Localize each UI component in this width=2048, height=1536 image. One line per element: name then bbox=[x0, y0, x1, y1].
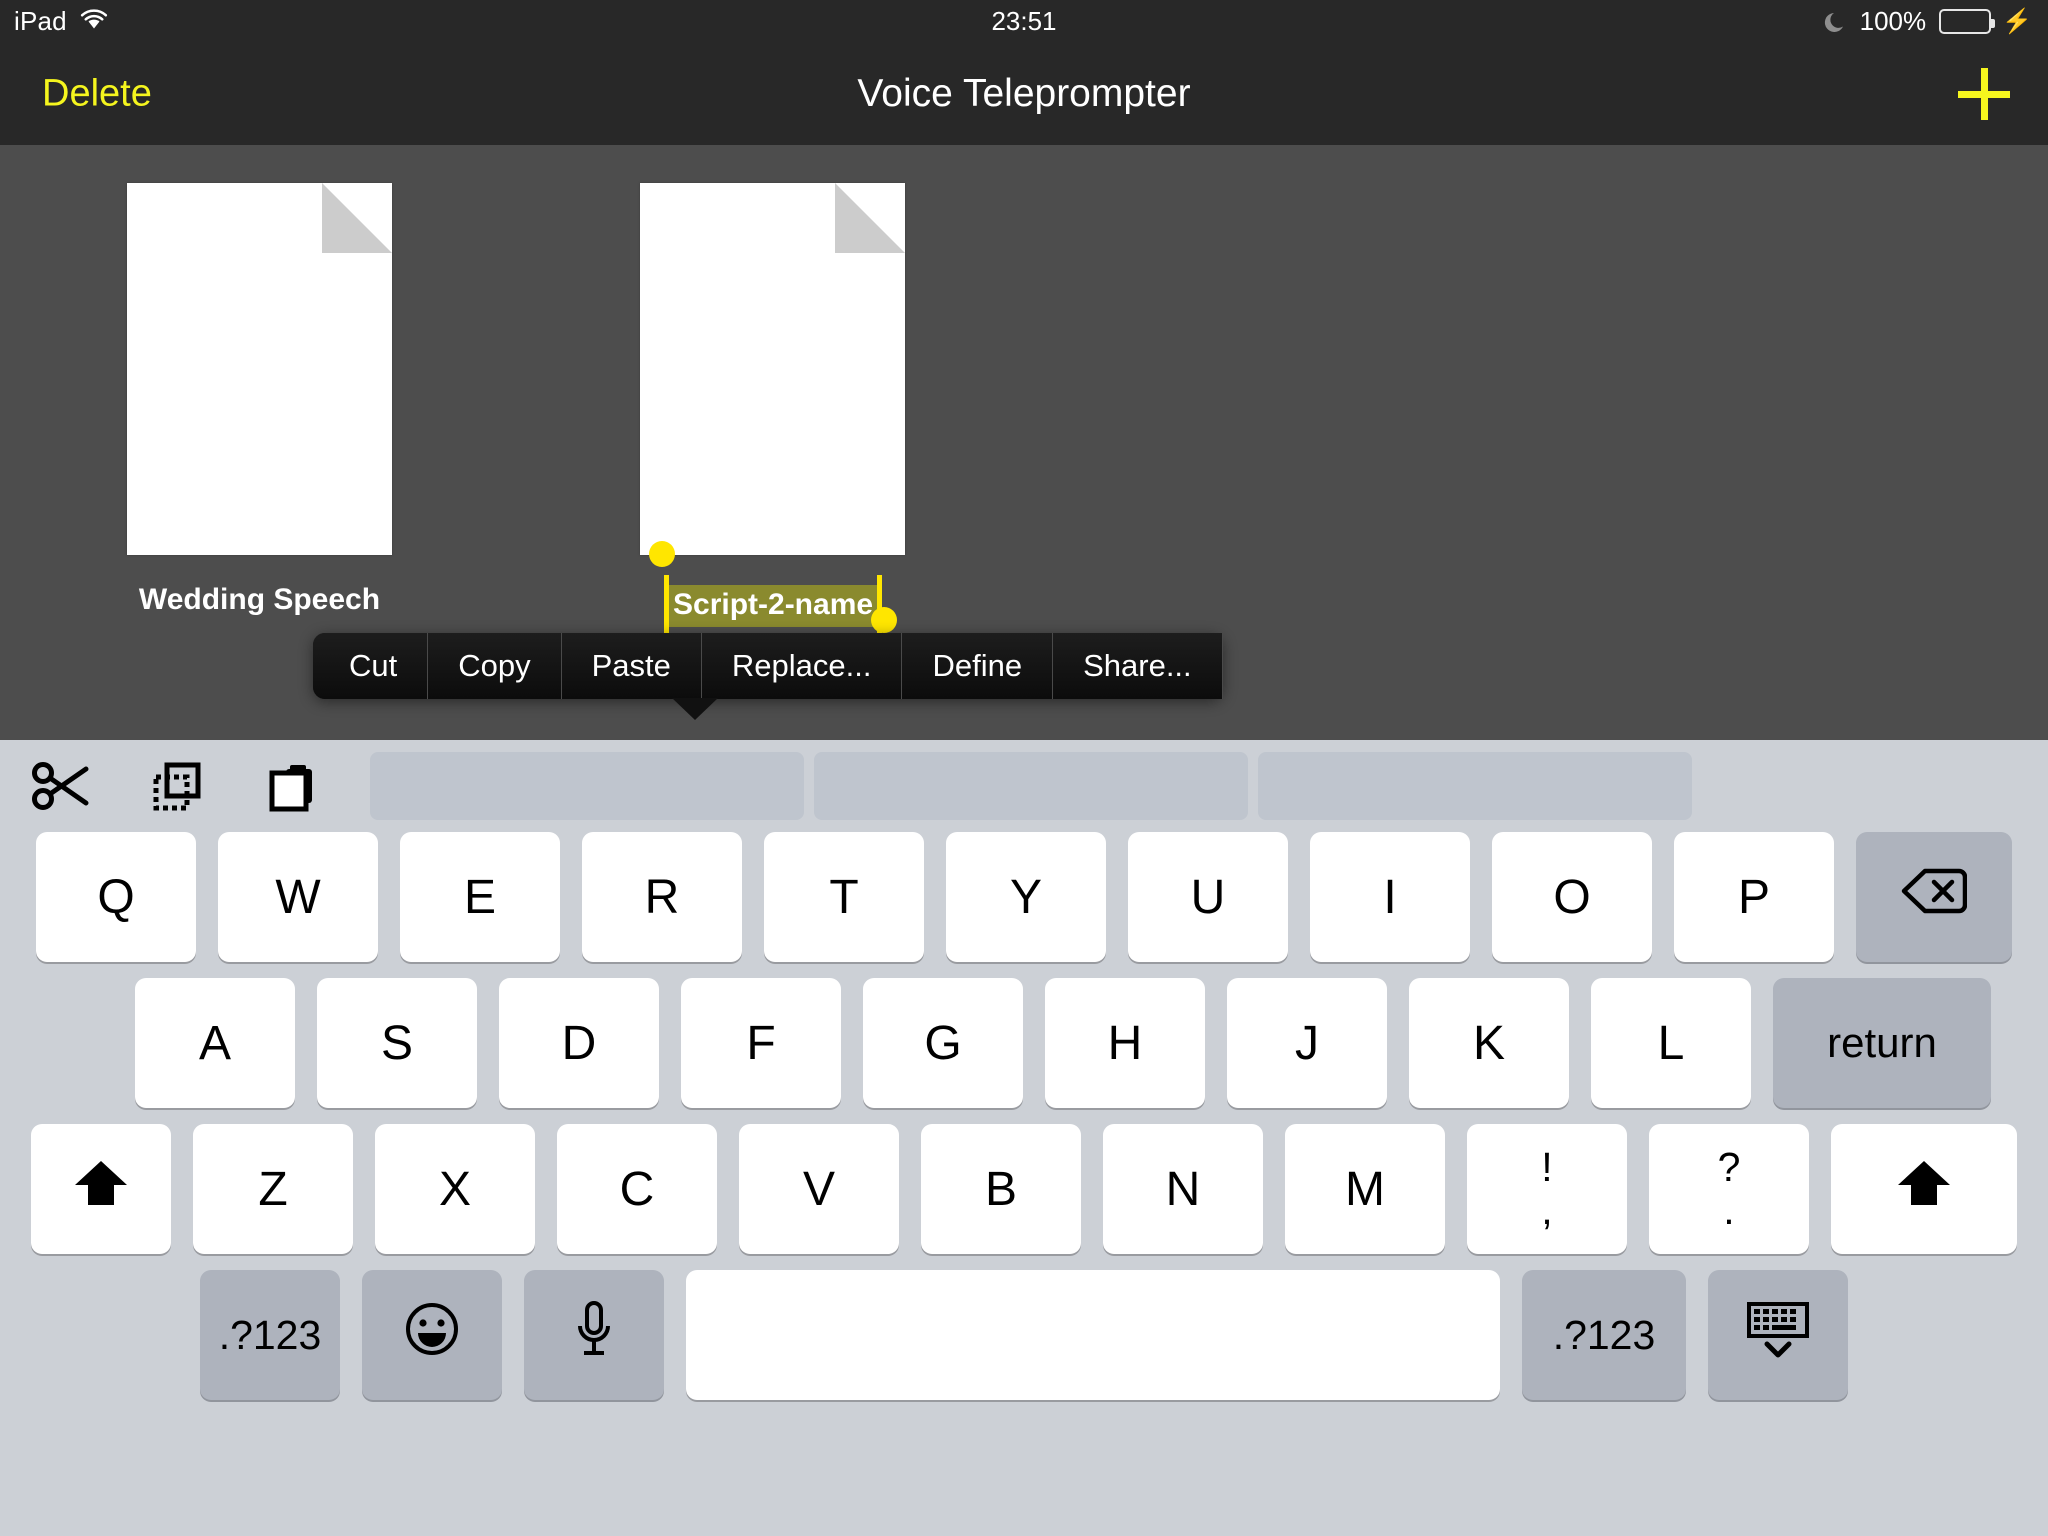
documents-area: Wedding Speech Script-2-name Cut Copy Pa… bbox=[0, 145, 2048, 740]
copy-icon[interactable] bbox=[142, 755, 212, 817]
page-title-text: Voice Teleprompter bbox=[857, 71, 1191, 115]
key-space[interactable] bbox=[686, 1270, 1500, 1400]
document-icon bbox=[127, 183, 392, 555]
selection-knob-right[interactable] bbox=[871, 607, 898, 633]
selection-handle-right[interactable] bbox=[871, 575, 898, 633]
keyboard-row-2: A S D F G H J K L return bbox=[0, 978, 2048, 1108]
key-q[interactable]: Q bbox=[36, 832, 196, 962]
nav-bar: Delete Voice Teleprompter bbox=[0, 42, 2048, 145]
key-question-label: ? bbox=[1717, 1144, 1741, 1191]
key-x[interactable]: X bbox=[375, 1124, 535, 1254]
microphone-icon bbox=[571, 1298, 617, 1372]
key-question-period[interactable]: ? . bbox=[1649, 1124, 1809, 1254]
document-icon bbox=[640, 183, 905, 555]
key-e[interactable]: E bbox=[400, 832, 560, 962]
screen-root: iPad 23:51 100% ⚡ Delete Voice Telepromp… bbox=[0, 0, 2048, 1536]
key-shift-right[interactable] bbox=[1831, 1124, 2017, 1254]
key-exclam-label: ! bbox=[1541, 1144, 1553, 1191]
prediction-slot-1[interactable] bbox=[370, 752, 804, 820]
hide-keyboard-icon bbox=[1743, 1296, 1813, 1374]
key-dictation[interactable] bbox=[524, 1270, 664, 1400]
key-numbers-right[interactable]: .?123 bbox=[1522, 1270, 1686, 1400]
text-edit-menu: Cut Copy Paste Replace... Define Share..… bbox=[313, 633, 1223, 720]
shift-icon bbox=[71, 1155, 131, 1223]
moon-icon bbox=[1823, 9, 1847, 33]
scissors-cut-icon[interactable] bbox=[26, 755, 96, 817]
plus-icon[interactable] bbox=[1958, 67, 2010, 120]
key-c[interactable]: C bbox=[557, 1124, 717, 1254]
key-l[interactable]: L bbox=[1591, 978, 1751, 1108]
prediction-bar bbox=[370, 752, 1692, 820]
keyboard-tool-icons bbox=[26, 740, 328, 832]
selection-knob-left[interactable] bbox=[649, 541, 675, 567]
emoji-icon bbox=[401, 1298, 463, 1372]
filename-edit-field[interactable]: Script-2-name bbox=[649, 541, 898, 633]
selection-handle-left[interactable] bbox=[649, 541, 675, 633]
key-j[interactable]: J bbox=[1227, 978, 1387, 1108]
menu-item-share[interactable]: Share... bbox=[1053, 633, 1223, 699]
key-v[interactable]: V bbox=[739, 1124, 899, 1254]
key-k[interactable]: K bbox=[1409, 978, 1569, 1108]
keyboard-row-3: Z X C V B N M ! , ? . bbox=[0, 1124, 2048, 1254]
prediction-slot-2[interactable] bbox=[814, 752, 1248, 820]
page-fold-corner bbox=[835, 183, 905, 253]
key-b[interactable]: B bbox=[921, 1124, 1081, 1254]
key-y[interactable]: Y bbox=[946, 832, 1106, 962]
paste-icon[interactable] bbox=[258, 755, 328, 817]
battery-icon bbox=[1939, 8, 1996, 34]
menu-item-paste[interactable]: Paste bbox=[561, 633, 702, 699]
backspace-icon bbox=[1901, 867, 1968, 927]
key-shift-left[interactable] bbox=[31, 1124, 171, 1254]
prediction-slot-3[interactable] bbox=[1258, 752, 1692, 820]
page-title: Voice Teleprompter bbox=[0, 42, 2048, 145]
status-bar: iPad 23:51 100% ⚡ bbox=[0, 0, 2048, 42]
key-h[interactable]: H bbox=[1045, 978, 1205, 1108]
key-g[interactable]: G bbox=[863, 978, 1023, 1108]
key-hide-keyboard[interactable] bbox=[1708, 1270, 1848, 1400]
key-backspace[interactable] bbox=[1856, 832, 2012, 962]
key-t[interactable]: T bbox=[764, 832, 924, 962]
key-n[interactable]: N bbox=[1103, 1124, 1263, 1254]
key-emoji[interactable] bbox=[362, 1270, 502, 1400]
menu-item-define[interactable]: Define bbox=[902, 633, 1054, 699]
key-o[interactable]: O bbox=[1492, 832, 1652, 962]
key-period-label: . bbox=[1723, 1187, 1735, 1233]
menu-item-copy[interactable]: Copy bbox=[428, 633, 562, 699]
menu-item-cut[interactable]: Cut bbox=[313, 633, 429, 699]
key-p[interactable]: P bbox=[1674, 832, 1834, 962]
document-item-2[interactable] bbox=[640, 183, 905, 555]
shift-icon bbox=[1894, 1155, 1954, 1223]
on-screen-keyboard: Q W E R T Y U I O P A S D F G H J K L re… bbox=[0, 740, 2048, 1536]
bolt-icon: ⚡ bbox=[2002, 7, 2032, 35]
menu-item-replace[interactable]: Replace... bbox=[701, 633, 903, 699]
document-label: Wedding Speech bbox=[138, 583, 381, 616]
key-return[interactable]: return bbox=[1773, 978, 1991, 1108]
keyboard-toolbar bbox=[0, 740, 2048, 832]
key-comma-label: , bbox=[1541, 1187, 1553, 1233]
keyboard-rows: Q W E R T Y U I O P A S D F G H J K L re… bbox=[0, 832, 2048, 1400]
keyboard-row-1: Q W E R T Y U I O P bbox=[0, 832, 2048, 962]
selected-text[interactable]: Script-2-name bbox=[668, 585, 879, 627]
key-d[interactable]: D bbox=[499, 978, 659, 1108]
page-fold-corner bbox=[322, 183, 392, 253]
key-m[interactable]: M bbox=[1285, 1124, 1445, 1254]
key-w[interactable]: W bbox=[218, 832, 378, 962]
clock-time: 23:51 bbox=[991, 5, 1057, 36]
key-exclam-comma[interactable]: ! , bbox=[1467, 1124, 1627, 1254]
key-z[interactable]: Z bbox=[193, 1124, 353, 1254]
status-bar-right: 100% ⚡ bbox=[1823, 0, 2032, 42]
battery-percent: 100% bbox=[1859, 5, 1927, 36]
keyboard-row-4: .?123 .?123 bbox=[0, 1270, 2048, 1400]
status-bar-clock: 23:51 bbox=[0, 0, 2048, 42]
key-r[interactable]: R bbox=[582, 832, 742, 962]
key-numbers-left[interactable]: .?123 bbox=[200, 1270, 340, 1400]
key-s[interactable]: S bbox=[317, 978, 477, 1108]
menu-pointer-arrow bbox=[672, 698, 718, 720]
key-a[interactable]: A bbox=[135, 978, 295, 1108]
key-u[interactable]: U bbox=[1128, 832, 1288, 962]
document-item-1[interactable]: Wedding Speech bbox=[127, 183, 392, 617]
key-i[interactable]: I bbox=[1310, 832, 1470, 962]
key-f[interactable]: F bbox=[681, 978, 841, 1108]
